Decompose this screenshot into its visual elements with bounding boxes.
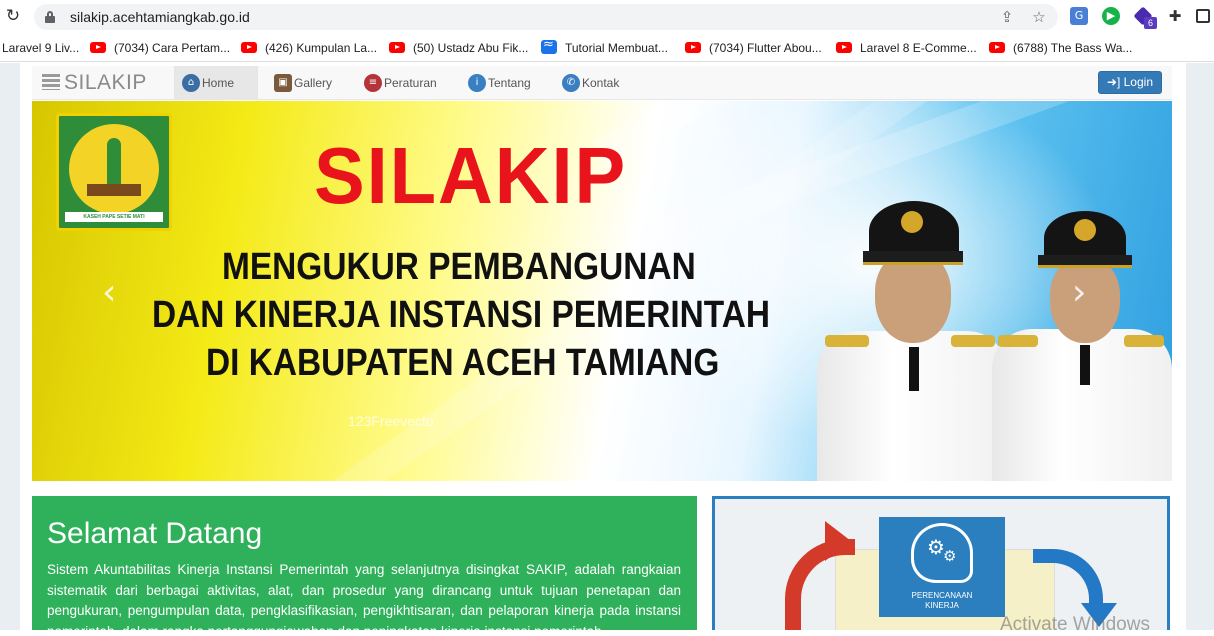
windows-activation-watermark: Activate Windows (1000, 614, 1150, 635)
welcome-section: Selamat Datang Sistem Akuntabilitas Kine… (32, 496, 697, 630)
phone-icon: ✆ (562, 74, 580, 92)
hero-title: SILAKIP (314, 131, 628, 220)
performance-cycle-panel: ⚙ ⚙ PERENCANAAN KINERJA (712, 496, 1170, 630)
url-text[interactable]: silakip.acehtamiangkab.go.id (70, 8, 250, 26)
reload-icon[interactable]: ↻ (4, 5, 22, 27)
bookmark-item[interactable]: (7034) Cara Pertam... (90, 40, 230, 56)
bookmark-label: (6788) The Bass Wa... (1013, 41, 1133, 55)
youtube-icon (241, 42, 257, 53)
list-icon: ≡ (364, 74, 382, 92)
brand-logo-icon (42, 74, 60, 90)
star-icon[interactable]: ☆ (1030, 8, 1048, 26)
address-bar[interactable]: silakip.acehtamiangkab.go.id ⇪ ☆ (34, 4, 1058, 30)
image-icon: ▣ (274, 74, 292, 92)
official-portrait (992, 211, 1172, 481)
lock-icon[interactable] (45, 11, 55, 23)
blue-cycle-arrow (1033, 549, 1103, 609)
nav-tentang[interactable]: i Tentang (460, 66, 550, 100)
welcome-heading: Selamat Datang (47, 517, 263, 550)
bookmark-label: Laravel 8 E-Comme... (860, 41, 977, 55)
bookmark-item[interactable]: (426) Kumpulan La... (241, 40, 377, 56)
hero-line-1: MENGUKUR PEMBANGUNAN (222, 246, 696, 288)
nav-home[interactable]: ⌂ Home (174, 66, 258, 100)
brand-text: SILAKIP (64, 71, 147, 94)
youtube-icon (685, 42, 701, 53)
nav-label: Peraturan (384, 76, 437, 90)
bookmark-item[interactable]: Laravel 9 Liv... (2, 40, 79, 56)
browser-toolbar: ↻ silakip.acehtamiangkab.go.id ⇪ ☆ G ▶ 6… (0, 0, 1214, 34)
bookmark-item[interactable]: Tutorial Membuat... (541, 37, 668, 56)
bookmark-label: (7034) Flutter Abou... (709, 41, 822, 55)
bookmark-label: (426) Kumpulan La... (265, 41, 378, 55)
info-icon: i (468, 74, 486, 92)
gear-icon: ⚙ (943, 547, 957, 565)
bookmark-label: (7034) Cara Pertam... (114, 41, 231, 55)
hero-carousel: KASEH PAPE SETIE MATI SILAKIP MENGUKUR P… (32, 101, 1172, 481)
feature-label-line-2: KINERJA (925, 601, 959, 610)
carousel-next-icon[interactable]: › (1072, 273, 1086, 313)
login-button[interactable]: ➜] Login (1097, 71, 1162, 94)
feature-label-line-1: PERENCANAAN (911, 591, 973, 600)
bookmark-item[interactable]: (50) Ustadz Abu Fik... (389, 40, 528, 56)
puzzle-icon[interactable]: ✚ (1166, 7, 1184, 25)
share-icon[interactable]: ⇪ (998, 8, 1016, 26)
home-icon: ⌂ (182, 74, 200, 92)
extension-badge: 6 (1144, 17, 1157, 29)
red-cycle-arrowhead (825, 521, 851, 561)
wave-icon (541, 37, 557, 54)
site-navbar: SILAKIP ⌂ Home ▣ Gallery ≡ Peraturan i T… (32, 66, 1172, 100)
feature-label: PERENCANAAN KINERJA (879, 591, 1005, 611)
play-extension-icon[interactable]: ▶ (1102, 7, 1120, 25)
regency-emblem: KASEH PAPE SETIE MATI (56, 113, 172, 231)
hero-line-2: DAN KINERJA INSTANSI PEMERINTAH (152, 294, 771, 336)
site-brand[interactable]: SILAKIP (42, 71, 147, 95)
hero-line-3: DI KABUPATEN ACEH TAMIANG (206, 342, 720, 384)
welcome-body: Sistem Akuntabilitas Kinerja Instansi Pe… (47, 562, 681, 630)
nav-label: Home (202, 76, 235, 90)
youtube-icon (836, 42, 852, 53)
official-portrait (817, 201, 1007, 481)
nav-label: Tentang (488, 76, 531, 90)
translate-extension-icon[interactable]: G (1070, 7, 1088, 25)
bookmark-label: Tutorial Membuat... (565, 41, 668, 55)
login-icon: ➜] (1106, 75, 1124, 89)
nav-kontak[interactable]: ✆ Kontak (554, 66, 644, 100)
page-container: SILAKIP ⌂ Home ▣ Gallery ≡ Peraturan i T… (20, 63, 1186, 630)
nav-gallery[interactable]: ▣ Gallery (266, 66, 352, 100)
nav-peraturan[interactable]: ≡ Peraturan (356, 66, 456, 100)
bookmark-label: Laravel 9 Liv... (2, 41, 80, 55)
login-label: Login (1123, 75, 1153, 89)
bookmark-item[interactable]: Laravel 8 E-Comme... (836, 40, 977, 56)
nav-label: Kontak (582, 76, 620, 90)
emblem-motto: KASEH PAPE SETIE MATI (65, 212, 163, 222)
watermark-text: 123Freevecto (348, 413, 434, 429)
page-viewport: SILAKIP ⌂ Home ▣ Gallery ≡ Peraturan i T… (0, 63, 1214, 630)
carousel-prev-icon[interactable]: ‹ (102, 273, 116, 313)
youtube-icon (989, 42, 1005, 53)
youtube-icon (389, 42, 405, 53)
bookmark-label: (50) Ustadz Abu Fik... (413, 41, 529, 55)
side-panel-icon[interactable] (1196, 9, 1210, 23)
bookmark-item[interactable]: (7034) Flutter Abou... (685, 40, 822, 56)
bookmark-item[interactable]: (6788) The Bass Wa... (989, 40, 1132, 56)
bookmarks-bar: Laravel 9 Liv... (7034) Cara Pertam... (… (0, 34, 1214, 62)
perencanaan-kinerja-tile[interactable]: ⚙ ⚙ PERENCANAAN KINERJA (879, 517, 1005, 617)
youtube-icon (90, 42, 106, 53)
nav-label: Gallery (294, 76, 333, 90)
